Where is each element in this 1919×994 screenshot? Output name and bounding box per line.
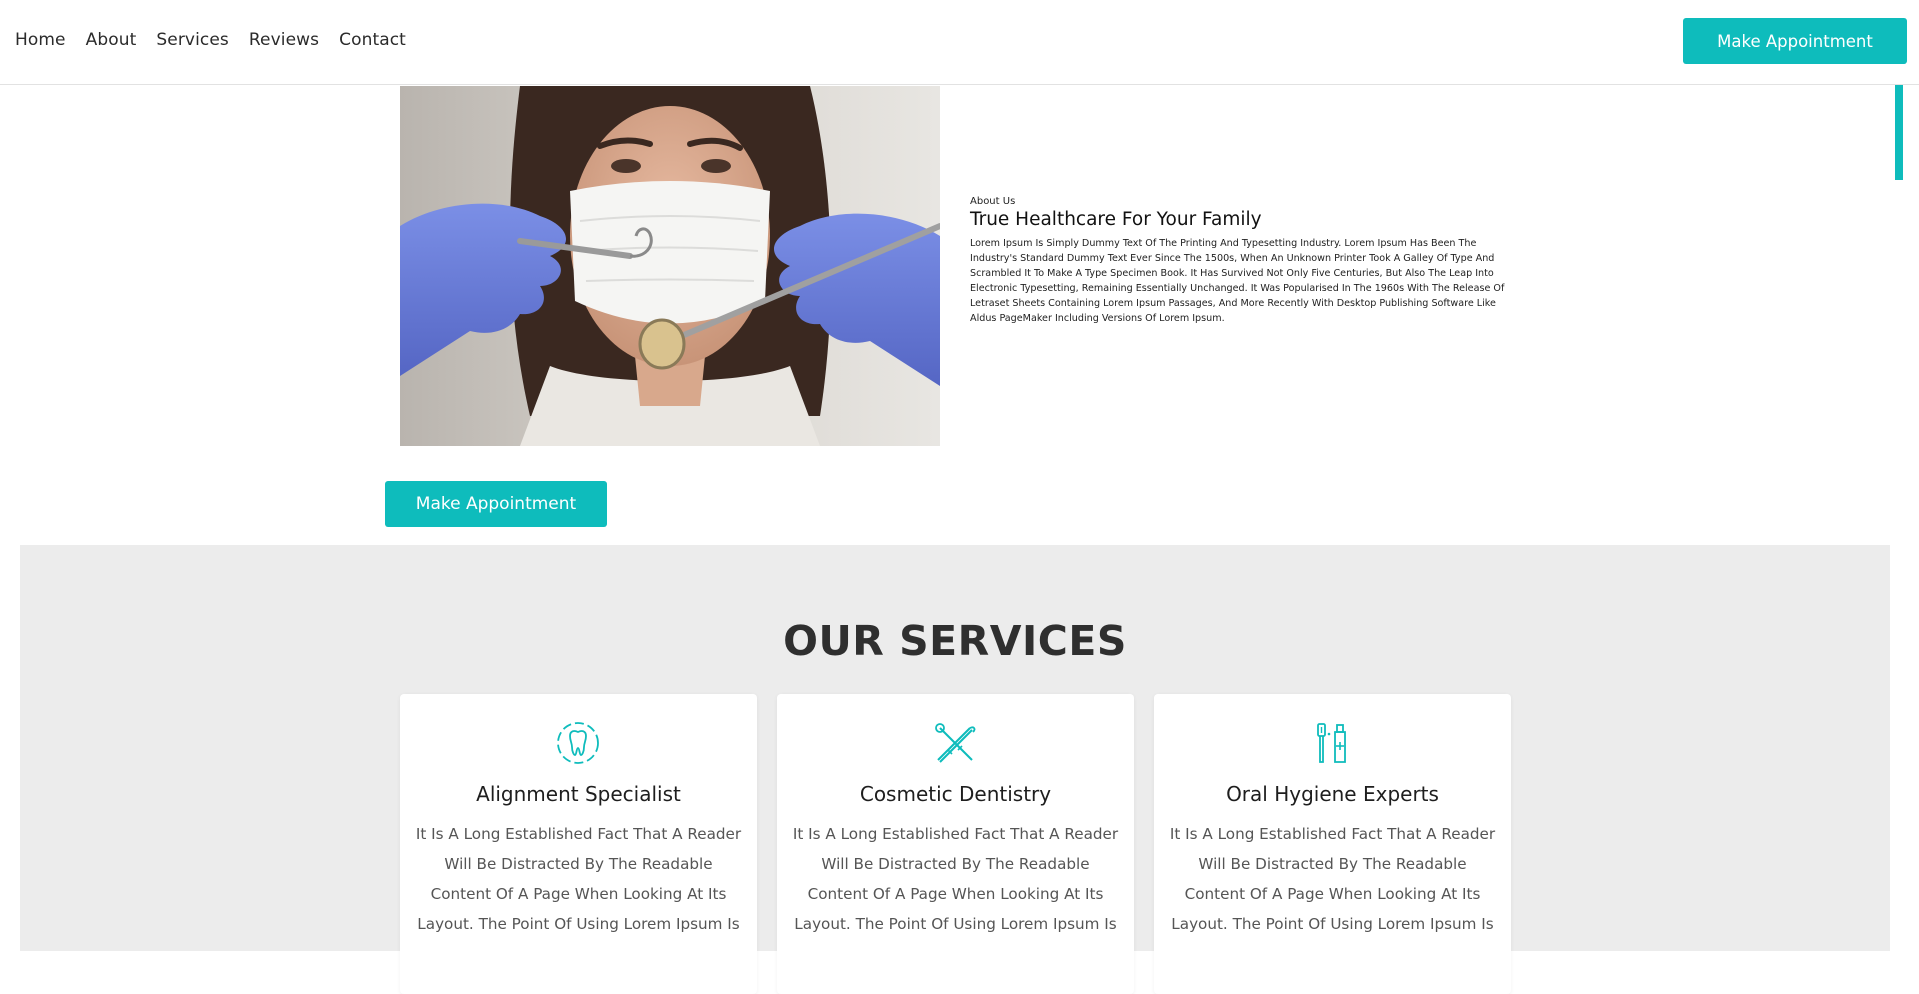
service-card-hygiene[interactable]: Oral Hygiene Experts It Is A Long Establ… (1154, 694, 1511, 994)
about-kicker: About Us (970, 196, 1016, 207)
service-card-text: It Is A Long Established Fact That A Rea… (792, 825, 1119, 933)
about-make-appointment-button[interactable]: Make Appointment (385, 481, 607, 527)
about-body-text: Lorem Ipsum Is Simply Dummy Text Of The … (970, 238, 1505, 324)
about-heading: True Healthcare For Your Family (970, 209, 1262, 230)
dentist-photo-illustration (400, 86, 940, 446)
nav-link-contact[interactable]: Contact (339, 30, 406, 50)
nav-link-services[interactable]: Services (156, 30, 229, 50)
service-card-cosmetic[interactable]: Cosmetic Dentistry It Is A Long Establis… (777, 694, 1134, 994)
service-card-title: Cosmetic Dentistry (859, 782, 1052, 806)
nav-link-about[interactable]: About (86, 30, 137, 50)
dental-tools-icon (935, 723, 976, 763)
nav-links: Home About Services Reviews Contact (15, 0, 406, 80)
nav-link-home[interactable]: Home (15, 30, 66, 50)
dentist-photo (400, 86, 940, 446)
navbar: Home About Services Reviews Contact Make… (0, 0, 1919, 85)
service-card-alignment[interactable]: Alignment Specialist It Is A Long Establ… (400, 694, 757, 994)
service-card-title: Alignment Specialist (476, 782, 681, 806)
nav-make-appointment-button[interactable]: Make Appointment (1683, 18, 1907, 64)
about-section: About Us True Healthcare For Your Family… (970, 196, 1510, 326)
service-card-text: It Is A Long Established Fact That A Rea… (415, 825, 742, 933)
service-card-text: It Is A Long Established Fact That A Rea… (1169, 825, 1496, 933)
tooth-icon (557, 722, 599, 764)
nav-link-reviews[interactable]: Reviews (249, 30, 319, 50)
scrollbar-thumb[interactable] (1895, 85, 1903, 180)
toothbrush-paste-icon (1317, 723, 1346, 763)
service-card-title: Oral Hygiene Experts (1226, 782, 1439, 806)
services-title: OUR SERVICES (783, 617, 1127, 665)
services-section: OUR SERVICES Alignment Specialist It Is … (20, 545, 1890, 994)
